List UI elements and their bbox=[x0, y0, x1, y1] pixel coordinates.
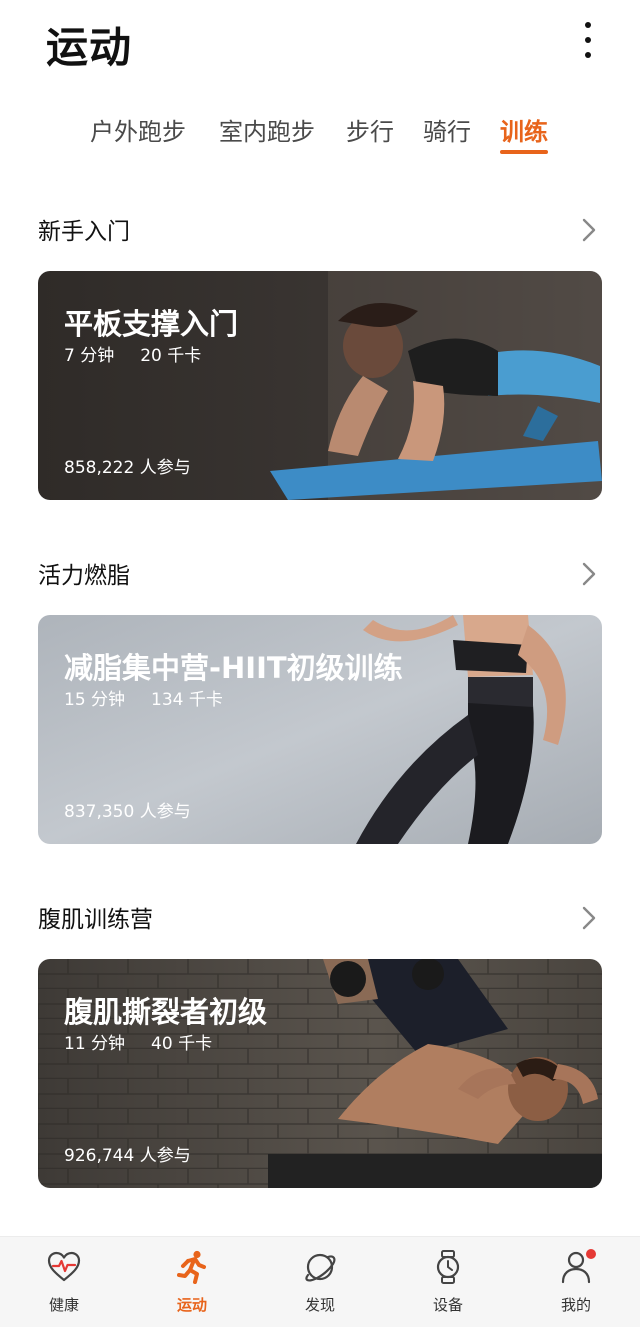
tab-walk[interactable]: 步行 bbox=[346, 112, 394, 147]
nav-label: 我的 bbox=[560, 1296, 591, 1314]
participant-count: 837,350 人参与 bbox=[64, 802, 191, 822]
section-header-abs[interactable]: 腹肌训练营 bbox=[38, 900, 602, 940]
workout-calories: 134 千卡 bbox=[151, 690, 223, 710]
chevron-right-icon bbox=[582, 562, 596, 586]
notification-badge bbox=[586, 1249, 596, 1259]
bottom-navigation: 健康 运动 发现 设备 我的 bbox=[0, 1236, 640, 1327]
workout-calories: 20 千卡 bbox=[140, 346, 202, 366]
nav-label: 发现 bbox=[304, 1296, 335, 1314]
workout-duration: 15 分钟 bbox=[64, 690, 126, 710]
workout-title: 平板支撑入门 bbox=[64, 307, 239, 341]
workout-card-plank[interactable]: 平板支撑入门 7 分钟 20 千卡 858,222 人参与 bbox=[38, 271, 602, 500]
nav-devices[interactable]: 设备 bbox=[384, 1237, 512, 1327]
nav-discover[interactable]: 发现 bbox=[256, 1237, 384, 1327]
sport-tabs: 户外跑步 室内跑步 步行 骑行 训练 bbox=[0, 112, 640, 162]
workout-title: 减脂集中营-HIIT初级训练 bbox=[64, 651, 403, 685]
workout-meta: 11 分钟 40 千卡 bbox=[64, 1029, 212, 1054]
more-options-icon[interactable] bbox=[576, 22, 600, 58]
section-title: 新手入门 bbox=[38, 219, 130, 245]
workout-duration: 11 分钟 bbox=[64, 1034, 126, 1054]
workout-card-abs[interactable]: 腹肌撕裂者初级 11 分钟 40 千卡 926,744 人参与 bbox=[38, 959, 602, 1188]
chevron-right-icon bbox=[582, 218, 596, 242]
active-tab-indicator bbox=[500, 150, 548, 154]
section-header-fat-burn[interactable]: 活力燃脂 bbox=[38, 556, 602, 596]
page-title: 运动 bbox=[46, 23, 133, 72]
participant-count: 858,222 人参与 bbox=[64, 458, 191, 478]
running-icon bbox=[177, 1250, 206, 1284]
tab-outdoor-run[interactable]: 户外跑步 bbox=[90, 112, 186, 147]
section-title: 腹肌训练营 bbox=[38, 907, 153, 933]
tab-training[interactable]: 训练 bbox=[500, 112, 548, 154]
nav-profile[interactable]: 我的 bbox=[512, 1237, 640, 1327]
chevron-right-icon bbox=[582, 906, 596, 930]
heart-pulse-icon bbox=[47, 1251, 81, 1282]
nav-label: 设备 bbox=[432, 1296, 463, 1314]
tab-indoor-run[interactable]: 室内跑步 bbox=[219, 112, 315, 147]
planet-icon bbox=[305, 1253, 336, 1282]
nav-exercise[interactable]: 运动 bbox=[128, 1237, 256, 1327]
workout-meta: 15 分钟 134 千卡 bbox=[64, 685, 223, 710]
nav-label: 运动 bbox=[176, 1296, 207, 1314]
nav-health[interactable]: 健康 bbox=[0, 1237, 128, 1327]
nav-label: 健康 bbox=[48, 1296, 79, 1314]
tab-cycling[interactable]: 骑行 bbox=[423, 112, 471, 147]
workout-card-hiit[interactable]: 减脂集中营-HIIT初级训练 15 分钟 134 千卡 837,350 人参与 bbox=[38, 615, 602, 844]
tab-training-label: 训练 bbox=[500, 118, 548, 146]
workout-calories: 40 千卡 bbox=[151, 1034, 213, 1054]
watch-icon bbox=[436, 1250, 460, 1284]
workout-meta: 7 分钟 20 千卡 bbox=[64, 341, 201, 366]
workout-title: 腹肌撕裂者初级 bbox=[64, 995, 268, 1029]
workout-duration: 7 分钟 bbox=[64, 346, 115, 366]
section-title: 活力燃脂 bbox=[38, 563, 130, 589]
participant-count: 926,744 人参与 bbox=[64, 1146, 191, 1166]
section-header-beginner[interactable]: 新手入门 bbox=[38, 212, 602, 252]
